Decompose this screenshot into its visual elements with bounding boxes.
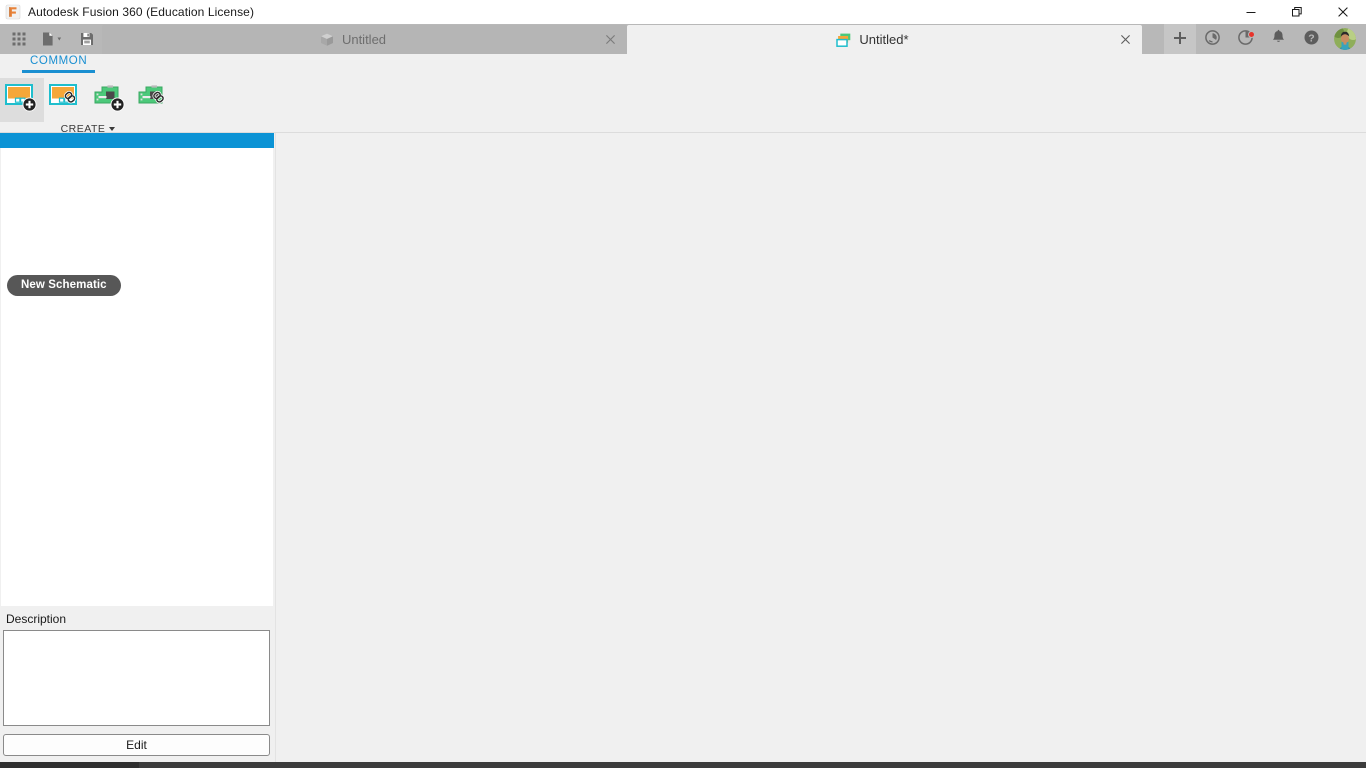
document-tab-label: Untitled (341, 32, 387, 47)
plus-icon (1172, 30, 1188, 49)
document-tabs: Untitled Untitled* (102, 24, 1164, 54)
new-pcb-button[interactable] (88, 78, 132, 122)
status-bar-left-segment (0, 762, 139, 768)
document-tab-untitled-model[interactable]: Untitled (102, 25, 627, 54)
restore-icon[interactable] (1274, 0, 1320, 24)
close-icon[interactable] (601, 31, 619, 49)
grid-apps-icon[interactable] (4, 25, 34, 53)
description-input[interactable] (3, 630, 270, 726)
title-bar: Autodesk Fusion 360 (Education License) (0, 0, 1366, 24)
document-tab-untitled-electronics[interactable]: Untitled* (627, 25, 1142, 54)
status-bar (0, 762, 1366, 768)
fusion-360-logo-icon (5, 4, 21, 20)
status-bar-right-segment (139, 762, 1366, 768)
add-schematic-link-button[interactable] (44, 78, 88, 122)
ribbon-tab-strip: COMMON (0, 54, 1366, 76)
window-title: Autodesk Fusion 360 (Education License) (28, 5, 255, 19)
chevron-down-icon (57, 37, 62, 41)
minimize-icon[interactable] (1228, 0, 1274, 24)
help-question-icon: ? (1303, 29, 1320, 49)
schematic-sheet-link-icon (48, 82, 84, 119)
schematic-sheet-plus-icon (4, 82, 40, 119)
notifications-progress-button[interactable] (1229, 24, 1262, 54)
pcb-board-link-icon (136, 82, 172, 119)
electronics-schematic-icon (836, 32, 852, 48)
schematic-sheet-list[interactable] (1, 148, 273, 606)
sidebar-header-bar (0, 133, 274, 148)
ribbon-tab-common[interactable]: COMMON (22, 54, 96, 73)
new-schematic-button[interactable] (0, 78, 44, 122)
edit-button[interactable]: Edit (3, 734, 270, 756)
cube-3d-model-icon (319, 32, 335, 48)
schematic-canvas[interactable] (276, 133, 1366, 762)
pcb-board-plus-icon (92, 82, 128, 119)
close-icon[interactable] (1116, 31, 1134, 49)
chevron-down-icon (109, 127, 116, 131)
document-tab-bar: Untitled Untitled* ? (0, 24, 1366, 54)
help-button[interactable]: ? (1295, 24, 1328, 54)
ribbon: COMMON CREATE (0, 54, 1366, 135)
fusion-360-window: Autodesk Fusion 360 (Education License) (0, 0, 1366, 768)
tab-bar-right-tools: ? (1164, 24, 1366, 54)
ribbon-panel-create: CREATE (0, 76, 176, 135)
save-floppy-icon[interactable] (72, 25, 102, 53)
main-body: Description Edit New Schematic (0, 133, 1366, 762)
quick-access-toolbar (0, 24, 102, 54)
user-avatar[interactable] (1328, 24, 1362, 54)
job-status-button[interactable] (1196, 24, 1229, 54)
ribbon-panel-buttons (0, 78, 176, 122)
window-controls (1228, 0, 1366, 24)
new-design-button[interactable] (1164, 24, 1196, 54)
job-status-clock-icon (1204, 29, 1221, 49)
description-label: Description (6, 612, 67, 626)
schematic-sidebar-panel: Description Edit (0, 133, 276, 762)
document-tab-content: Untitled (110, 32, 595, 48)
add-pcb-link-button[interactable] (132, 78, 176, 122)
document-tab-label: Untitled* (859, 32, 909, 47)
document-tab-content: Untitled* (635, 32, 1110, 48)
alerts-button[interactable] (1262, 24, 1295, 54)
close-icon[interactable] (1320, 0, 1366, 24)
file-new-icon[interactable] (34, 25, 72, 53)
notification-badge (1248, 31, 1255, 38)
svg-text:?: ? (1308, 32, 1314, 44)
avatar-photo-icon (1334, 28, 1356, 50)
bell-icon (1270, 29, 1287, 49)
